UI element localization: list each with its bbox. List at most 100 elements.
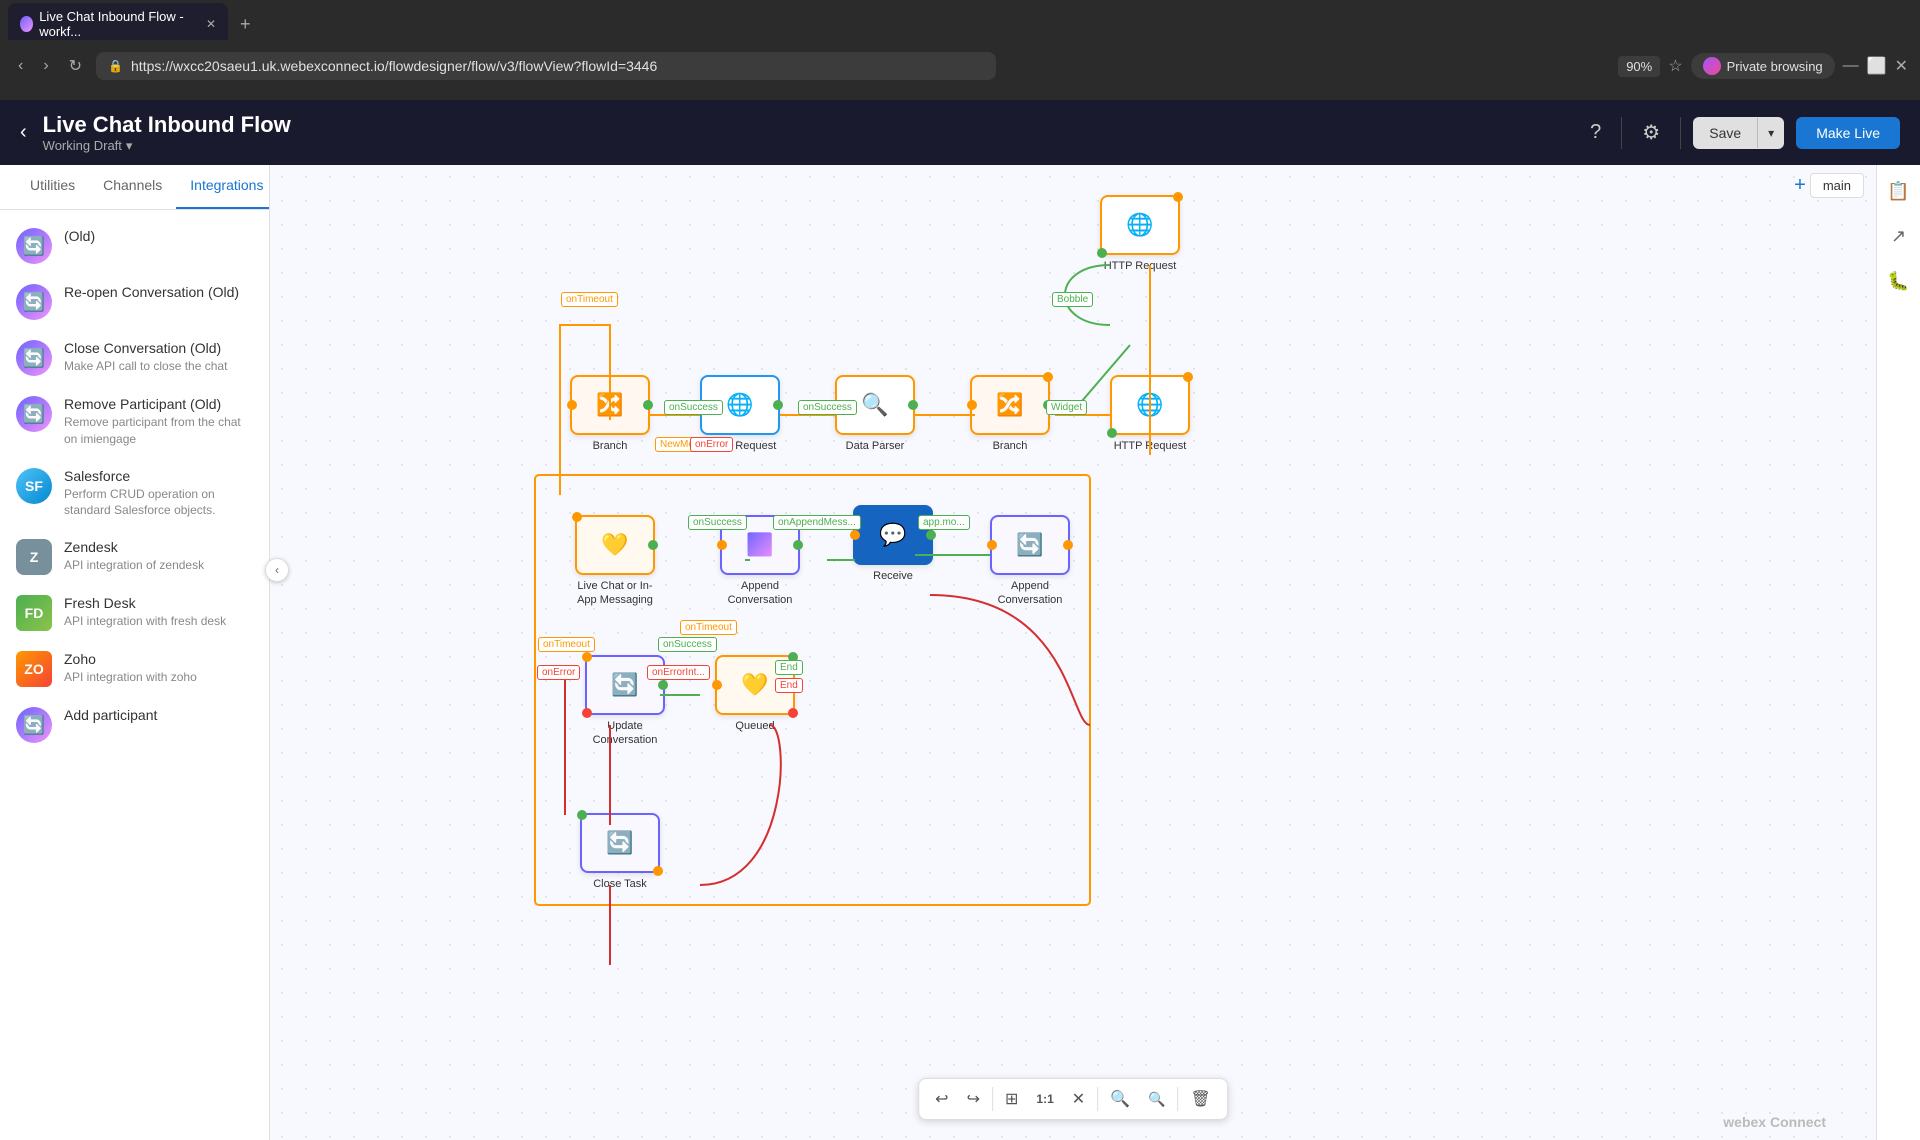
dot-http3-tr <box>1183 372 1193 382</box>
item-icon-old1: 🔄 <box>16 228 52 264</box>
settings-button[interactable]: ⚙ <box>1634 112 1668 153</box>
toolbar-cross-button[interactable]: ✕ <box>1064 1083 1093 1115</box>
tab-close[interactable]: ✕ <box>206 17 216 31</box>
help-button[interactable]: ? <box>1582 113 1609 152</box>
make-live-button[interactable]: Make Live <box>1796 117 1900 149</box>
right-bug-button[interactable]: 🐛 <box>1879 263 1917 300</box>
node-box-http3: 🌐 <box>1110 375 1190 435</box>
dot-receive-mr <box>926 530 936 540</box>
toolbar-undo-button[interactable]: ↩ <box>927 1083 956 1115</box>
node-http3[interactable]: 🌐 HTTP Request <box>1110 375 1190 453</box>
dot-queued-br <box>788 708 798 718</box>
canvas-background <box>270 165 1876 1140</box>
tab-integrations[interactable]: Integrations <box>176 165 270 209</box>
node-box-close-task: 🔄 <box>580 813 660 873</box>
dot-closetask-br <box>653 866 663 876</box>
right-panel-button[interactable]: 📋 <box>1879 173 1917 210</box>
right-share-button[interactable]: ↗ <box>1883 218 1914 255</box>
conn-label-appmo: app.mo... <box>918 515 970 530</box>
address-bar[interactable] <box>131 58 984 74</box>
node-append2[interactable]: 🔄 Append Conversation <box>985 515 1075 608</box>
item-text-close-conv: Close Conversation (Old) Make API call t… <box>64 340 227 375</box>
node-branch1[interactable]: 🔀 Branch <box>570 375 650 453</box>
node-label-branch1: Branch <box>593 439 628 453</box>
conn-label-widget: Widget <box>1046 400 1087 415</box>
item-name-old1: (Old) <box>64 228 95 244</box>
toolbar-search-button[interactable]: 🔍 <box>1102 1083 1138 1115</box>
node-label-http3: HTTP Request <box>1114 439 1187 453</box>
dot-http-top-tr <box>1173 192 1183 202</box>
sidebar-item-add-participant[interactable]: 🔄 Add participant <box>0 697 269 753</box>
item-desc-freshdesk: API integration with fresh desk <box>64 613 226 630</box>
conn-label-onerror1: onError <box>537 665 580 680</box>
node-label-append2: Append Conversation <box>985 579 1075 608</box>
dot-receive-ml <box>850 530 860 540</box>
header-actions: ? ⚙ Save ▾ Make Live <box>1582 112 1900 153</box>
toolbar-divider3 <box>1178 1087 1179 1111</box>
tab-channels[interactable]: Channels <box>89 165 176 209</box>
toolbar-zoom-button[interactable]: 🔍 <box>1140 1085 1173 1114</box>
save-dropdown-icon[interactable]: ▾ <box>1757 118 1784 148</box>
sidebar-item-zendesk[interactable]: Z Zendesk API integration of zendesk <box>0 529 269 585</box>
conn-label-onappend: onAppendMess... <box>773 515 861 530</box>
dot-livechat-tl <box>572 512 582 522</box>
dot-update-mr <box>658 680 668 690</box>
item-desc-zendesk: API integration of zendesk <box>64 557 204 574</box>
sidebar-item-zoho[interactable]: ZO Zoho API integration with zoho <box>0 641 269 697</box>
conn-label-ontimeout3: onTimeout <box>538 637 595 652</box>
forward-button[interactable]: › <box>37 51 54 81</box>
conn-label-bobble: Bobble <box>1052 292 1093 307</box>
item-icon-freshdesk: FD <box>16 595 52 631</box>
conn-label-onerror2: onError <box>690 437 733 452</box>
bookmark-button[interactable]: ☆ <box>1668 56 1682 76</box>
toolbar-fit-button[interactable]: 1:1 <box>1028 1086 1061 1112</box>
header-divider <box>1621 117 1622 149</box>
maximize-button[interactable]: ⬜ <box>1867 56 1887 76</box>
back-button[interactable]: ‹ <box>12 51 29 81</box>
toolbar-divider1 <box>992 1087 993 1111</box>
new-tab-button[interactable]: + <box>232 10 259 39</box>
draft-selector[interactable]: Working Draft ▾ <box>43 138 291 154</box>
node-close-task[interactable]: 🔄 Close Task <box>580 813 660 891</box>
node-branch2[interactable]: 🔀 Branch <box>970 375 1050 453</box>
toolbar-redo-button[interactable]: ↪ <box>959 1083 988 1115</box>
dot-branch1-mr <box>643 400 653 410</box>
tab-utilities[interactable]: Utilities <box>16 165 89 209</box>
save-button[interactable]: Save ▾ <box>1693 117 1784 149</box>
sidebar-item-salesforce[interactable]: SF Salesforce Perform CRUD operation on … <box>0 458 269 530</box>
address-bar-container: 🔒 <box>96 52 996 80</box>
item-text-salesforce: Salesforce Perform CRUD operation on sta… <box>64 468 253 520</box>
back-nav-button[interactable]: ‹ <box>20 121 27 144</box>
toolbar-grid-button[interactable]: ⊞ <box>997 1083 1026 1115</box>
node-live-chat[interactable]: 💛 Live Chat or In-App Messaging <box>570 515 660 608</box>
sidebar-collapse-button[interactable]: ‹ <box>265 558 289 582</box>
canvas-add-tab-button[interactable]: + <box>1794 174 1806 197</box>
sidebar-item-freshdesk[interactable]: FD Fresh Desk API integration with fresh… <box>0 585 269 641</box>
sidebar-item-reopen[interactable]: 🔄 Re-open Conversation (Old) <box>0 274 269 330</box>
dot-branch1-ml <box>567 400 577 410</box>
node-http-top[interactable]: 🌐 HTTP Request <box>1100 195 1180 273</box>
draft-dropdown-icon: ▾ <box>126 138 133 154</box>
item-name-add-participant: Add participant <box>64 707 157 723</box>
conn-label-onsuccess2: onSuccess <box>798 400 857 415</box>
toolbar-delete-button[interactable]: 🗑 <box>1183 1083 1219 1115</box>
node-label-data-parser: Data Parser <box>846 439 905 453</box>
browser-tabs: Live Chat Inbound Flow - workf... ✕ + <box>0 0 1920 40</box>
active-tab[interactable]: Live Chat Inbound Flow - workf... ✕ <box>8 3 228 45</box>
main-tab[interactable]: main <box>1810 173 1864 198</box>
nav-right: 90% ☆ Private browsing — ⬜ ✕ <box>1618 53 1908 79</box>
minimize-button[interactable]: — <box>1843 57 1859 75</box>
sidebar-item-old1[interactable]: 🔄 (Old) <box>0 218 269 274</box>
sidebar-item-close-conv[interactable]: 🔄 Close Conversation (Old) Make API call… <box>0 330 269 386</box>
node-box-append2: 🔄 <box>990 515 1070 575</box>
conn-label-onsuccess4: onSuccess <box>658 637 717 652</box>
reload-button[interactable]: ↻ <box>63 50 88 82</box>
dot-parser-mr <box>908 400 918 410</box>
dot-queued-ml <box>712 680 722 690</box>
item-icon-close-conv: 🔄 <box>16 340 52 376</box>
zoom-button[interactable]: 90% <box>1618 56 1660 77</box>
close-button[interactable]: ✕ <box>1895 56 1908 76</box>
sidebar-item-remove-participant[interactable]: 🔄 Remove Participant (Old) Remove partic… <box>0 386 269 458</box>
item-icon-zoho: ZO <box>16 651 52 687</box>
dot-append1-ml <box>717 540 727 550</box>
